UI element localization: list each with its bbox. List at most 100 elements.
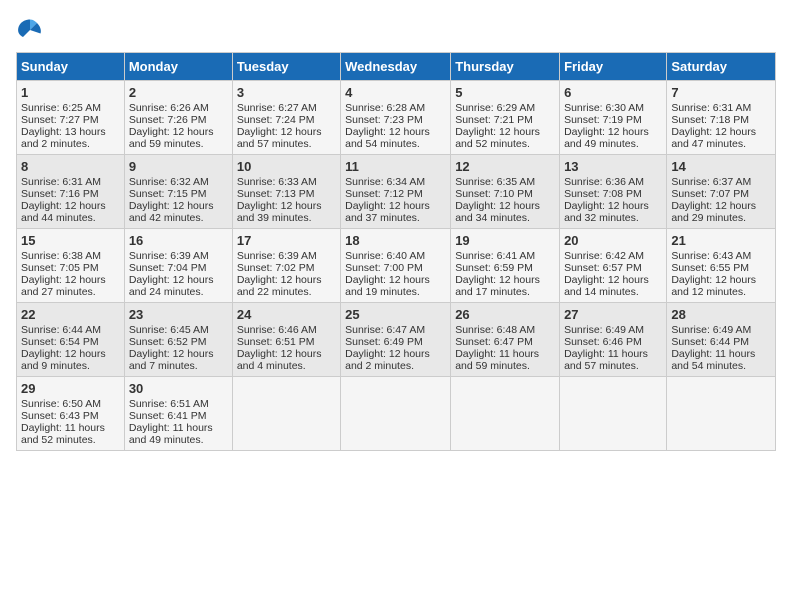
day-cell-10: 10Sunrise: 6:33 AMSunset: 7:13 PMDayligh… xyxy=(232,155,340,229)
day-cell-13: 13Sunrise: 6:36 AMSunset: 7:08 PMDayligh… xyxy=(560,155,667,229)
day-number: 3 xyxy=(237,85,336,100)
sunrise-text: Sunrise: 6:28 AM xyxy=(345,102,425,114)
day-cell-2: 2Sunrise: 6:26 AMSunset: 7:26 PMDaylight… xyxy=(124,81,232,155)
daylight-text: Daylight: 12 hoursand 2 minutes. xyxy=(345,348,430,372)
sunrise-text: Sunrise: 6:39 AM xyxy=(129,250,209,262)
daylight-text: Daylight: 12 hoursand 17 minutes. xyxy=(455,274,540,298)
day-cell-16: 16Sunrise: 6:39 AMSunset: 7:04 PMDayligh… xyxy=(124,229,232,303)
day-cell-3: 3Sunrise: 6:27 AMSunset: 7:24 PMDaylight… xyxy=(232,81,340,155)
sunset-text: Sunset: 7:19 PM xyxy=(564,114,642,126)
daylight-text: Daylight: 12 hoursand 37 minutes. xyxy=(345,200,430,224)
sunrise-text: Sunrise: 6:49 AM xyxy=(671,324,751,336)
sunset-text: Sunset: 7:00 PM xyxy=(345,262,423,274)
day-number: 21 xyxy=(671,233,771,248)
daylight-text: Daylight: 12 hoursand 4 minutes. xyxy=(237,348,322,372)
sunrise-text: Sunrise: 6:51 AM xyxy=(129,398,209,410)
sunrise-text: Sunrise: 6:34 AM xyxy=(345,176,425,188)
daylight-text: Daylight: 12 hoursand 34 minutes. xyxy=(455,200,540,224)
day-number: 29 xyxy=(21,381,120,396)
day-cell-4: 4 Sunrise: 6:28 AMSunset: 7:23 PMDaylight… xyxy=(341,81,451,155)
sunset-text: Sunset: 7:13 PM xyxy=(237,188,315,200)
sunrise-text: Sunrise: 6:33 AM xyxy=(237,176,317,188)
sunset-text: Sunset: 6:57 PM xyxy=(564,262,642,274)
day-number: 4 xyxy=(345,85,446,100)
day-cell-7: 7 Sunrise: 6:31 AMSunset: 7:18 PMDaylight… xyxy=(667,81,776,155)
sunset-text: Sunset: 7:18 PM xyxy=(671,114,749,126)
day-number: 17 xyxy=(237,233,336,248)
empty-cell-4-5 xyxy=(560,377,667,451)
daylight-text: Daylight: 12 hoursand 24 minutes. xyxy=(129,274,214,298)
day-number: 8 xyxy=(21,159,120,174)
sunrise-text: Sunrise: 6:45 AM xyxy=(129,324,209,336)
day-cell-19: 19 Sunrise: 6:41 AMSunset: 6:59 PMDayligh… xyxy=(451,229,560,303)
day-cell-9: 9Sunrise: 6:32 AMSunset: 7:15 PMDaylight… xyxy=(124,155,232,229)
sunset-text: Sunset: 7:10 PM xyxy=(455,188,533,200)
day-number: 18 xyxy=(345,233,446,248)
day-number: 14 xyxy=(671,159,771,174)
sunset-text: Sunset: 6:59 PM xyxy=(455,262,533,274)
day-cell-11: 11Sunrise: 6:34 AMSunset: 7:12 PMDayligh… xyxy=(341,155,451,229)
week-row-4: 22Sunrise: 6:44 AMSunset: 6:54 PMDayligh… xyxy=(17,303,776,377)
sunset-text: Sunset: 7:27 PM xyxy=(21,114,99,126)
sunrise-text: Sunrise: 6:25 AM xyxy=(21,102,101,114)
daylight-text: Daylight: 12 hoursand 54 minutes. xyxy=(345,126,430,150)
day-cell-25: 25Sunrise: 6:47 AMSunset: 6:49 PMDayligh… xyxy=(341,303,451,377)
sunrise-text: Sunrise: 6:26 AM xyxy=(129,102,209,114)
day-number: 27 xyxy=(564,307,662,322)
header-thursday: Thursday xyxy=(451,53,560,81)
day-number: 22 xyxy=(21,307,120,322)
day-cell-1: 1Sunrise: 6:25 AMSunset: 7:27 PMDaylight… xyxy=(17,81,125,155)
day-cell-5: 5Sunrise: 6:29 AMSunset: 7:21 PMDaylight… xyxy=(451,81,560,155)
week-row-1: 1Sunrise: 6:25 AMSunset: 7:27 PMDaylight… xyxy=(17,81,776,155)
sunset-text: Sunset: 6:44 PM xyxy=(671,336,749,348)
day-cell-24: 24Sunrise: 6:46 AMSunset: 6:51 PMDayligh… xyxy=(232,303,340,377)
sunrise-text: Sunrise: 6:35 AM xyxy=(455,176,535,188)
day-cell-21: 21 Sunrise: 6:43 AMSunset: 6:55 PMDayligh… xyxy=(667,229,776,303)
sunset-text: Sunset: 7:23 PM xyxy=(345,114,423,126)
sunrise-text: Sunrise: 6:43 AM xyxy=(671,250,751,262)
daylight-text: Daylight: 12 hoursand 49 minutes. xyxy=(564,126,649,150)
daylight-text: Daylight: 12 hoursand 59 minutes. xyxy=(129,126,214,150)
day-cell-28: 28Sunrise: 6:49 AMSunset: 6:44 PMDayligh… xyxy=(667,303,776,377)
daylight-text: Daylight: 12 hoursand 52 minutes. xyxy=(455,126,540,150)
day-cell-18: 18Sunrise: 6:40 AMSunset: 7:00 PMDayligh… xyxy=(341,229,451,303)
sunset-text: Sunset: 7:05 PM xyxy=(21,262,99,274)
empty-cell-4-2 xyxy=(232,377,340,451)
sunset-text: Sunset: 7:02 PM xyxy=(237,262,315,274)
header-friday: Friday xyxy=(560,53,667,81)
day-cell-30: 30Sunrise: 6:51 AMSunset: 6:41 PMDayligh… xyxy=(124,377,232,451)
day-cell-23: 23Sunrise: 6:45 AMSunset: 6:52 PMDayligh… xyxy=(124,303,232,377)
day-number: 15 xyxy=(21,233,120,248)
day-number: 9 xyxy=(129,159,228,174)
day-number: 5 xyxy=(455,85,555,100)
daylight-text: Daylight: 12 hoursand 12 minutes. xyxy=(671,274,756,298)
sunset-text: Sunset: 6:47 PM xyxy=(455,336,533,348)
header-sunday: Sunday xyxy=(17,53,125,81)
daylight-text: Daylight: 12 hoursand 29 minutes. xyxy=(671,200,756,224)
sunrise-text: Sunrise: 6:41 AM xyxy=(455,250,535,262)
day-cell-20: 20Sunrise: 6:42 AMSunset: 6:57 PMDayligh… xyxy=(560,229,667,303)
sunset-text: Sunset: 6:43 PM xyxy=(21,410,99,422)
day-number: 12 xyxy=(455,159,555,174)
sunrise-text: Sunrise: 6:37 AM xyxy=(671,176,751,188)
week-row-3: 15Sunrise: 6:38 AMSunset: 7:05 PMDayligh… xyxy=(17,229,776,303)
day-number: 19 xyxy=(455,233,555,248)
sunset-text: Sunset: 6:49 PM xyxy=(345,336,423,348)
daylight-text: Daylight: 12 hoursand 44 minutes. xyxy=(21,200,106,224)
sunrise-text: Sunrise: 6:47 AM xyxy=(345,324,425,336)
sunset-text: Sunset: 6:55 PM xyxy=(671,262,749,274)
sunset-text: Sunset: 7:21 PM xyxy=(455,114,533,126)
sunrise-text: Sunrise: 6:27 AM xyxy=(237,102,317,114)
day-number: 20 xyxy=(564,233,662,248)
daylight-text: Daylight: 12 hoursand 14 minutes. xyxy=(564,274,649,298)
header-tuesday: Tuesday xyxy=(232,53,340,81)
day-number: 30 xyxy=(129,381,228,396)
sunset-text: Sunset: 7:24 PM xyxy=(237,114,315,126)
day-cell-15: 15Sunrise: 6:38 AMSunset: 7:05 PMDayligh… xyxy=(17,229,125,303)
daylight-text: Daylight: 12 hoursand 47 minutes. xyxy=(671,126,756,150)
empty-cell-4-6 xyxy=(667,377,776,451)
sunset-text: Sunset: 6:51 PM xyxy=(237,336,315,348)
day-number: 7 xyxy=(671,85,771,100)
sunrise-text: Sunrise: 6:31 AM xyxy=(671,102,751,114)
page-header xyxy=(16,16,776,44)
